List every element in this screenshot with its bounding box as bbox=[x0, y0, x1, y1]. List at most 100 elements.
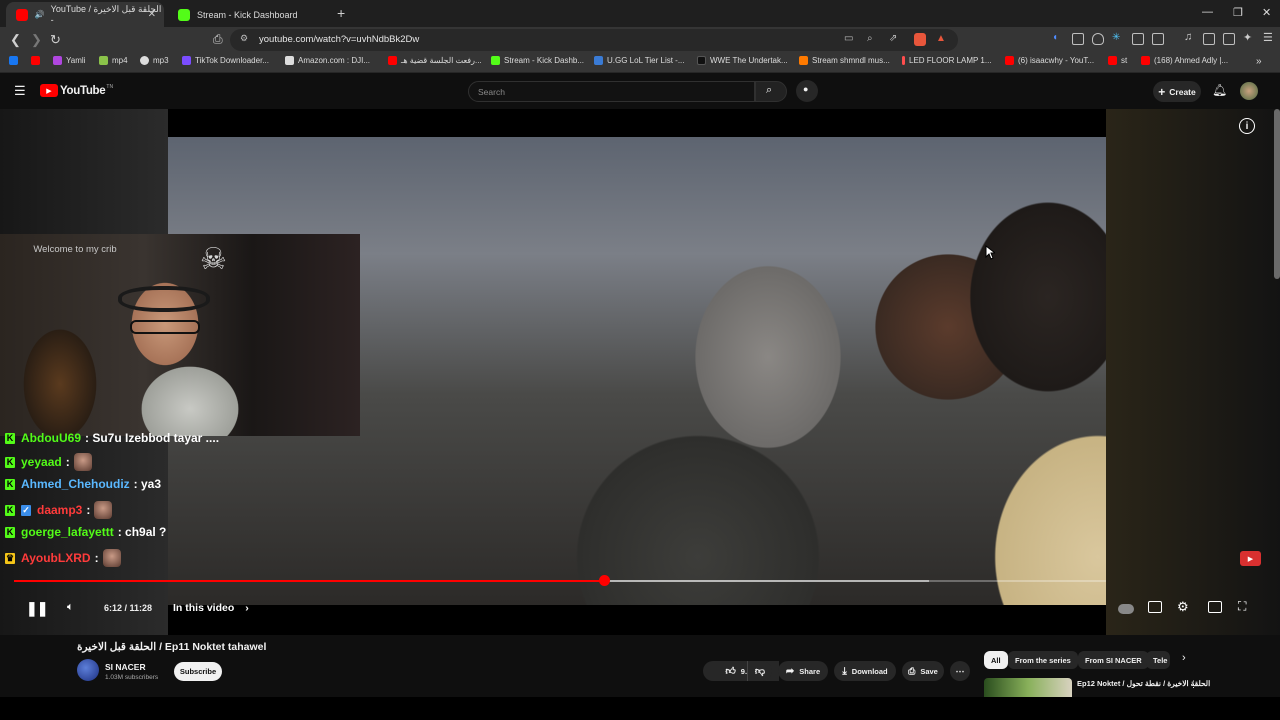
settings-gear-icon[interactable]: ⚙ bbox=[1177, 599, 1189, 615]
subscribe-button[interactable]: Subscribe bbox=[174, 662, 222, 681]
bookmark-item[interactable]: st bbox=[1108, 56, 1127, 65]
youtube-logo[interactable]: ▶ YouTube TN bbox=[40, 84, 113, 97]
chat-message: K ✓ daamp3 : bbox=[5, 501, 113, 519]
bookmark-label: Stream shmndl mus... bbox=[812, 56, 890, 65]
browser-toolbar: ❮ ❯ ↻ ⎙ ⚙ youtube.com/watch?v=uvhNdbBk2D… bbox=[0, 27, 1280, 53]
share-button[interactable]: ➦ Share bbox=[778, 661, 828, 681]
close-icon[interactable]: ✕ bbox=[148, 9, 156, 20]
video-player[interactable]: i Welcome to my crib ☠ K AbdouU69 : Su7u… bbox=[0, 109, 1280, 635]
extension-icon[interactable] bbox=[1072, 33, 1084, 45]
bookmark-item[interactable]: (6) isaacwhy - YouT... bbox=[1005, 56, 1094, 65]
kick-badge-icon: K bbox=[5, 456, 15, 468]
menu-icon[interactable]: ☰ bbox=[1263, 31, 1275, 44]
tab-youtube[interactable]: 🔊 YouTube / الحلقة قبل الاخيرة - ✕ bbox=[6, 2, 164, 27]
bookmark-label: mp4 bbox=[112, 56, 128, 65]
dislike-button[interactable]: 👎︎ bbox=[747, 661, 772, 681]
bookmark-item[interactable]: Yamli bbox=[53, 56, 85, 65]
kick-icon bbox=[491, 56, 500, 65]
next-video-thumbnail[interactable] bbox=[984, 678, 1072, 697]
shield-icon[interactable] bbox=[1092, 33, 1104, 45]
volume-icon[interactable]: 🔈︎ bbox=[67, 601, 74, 614]
pause-icon[interactable]: ❚❚ bbox=[26, 600, 48, 617]
channel-name[interactable]: SI NACER bbox=[105, 662, 146, 672]
save-button[interactable]: ⎙ Save bbox=[902, 661, 944, 681]
new-tab-icon[interactable]: + bbox=[337, 5, 345, 21]
tiktok-icon bbox=[182, 56, 191, 65]
channel-avatar[interactable] bbox=[77, 659, 99, 681]
bookmark-label: رفعت الجلسة قضية هـ... bbox=[401, 56, 482, 65]
bookmark-item[interactable] bbox=[31, 56, 44, 65]
youtube-icon bbox=[1141, 56, 1150, 65]
create-button[interactable]: + Create bbox=[1153, 81, 1201, 102]
sidebar-toggle-icon[interactable] bbox=[1203, 33, 1215, 45]
kick-badge-icon: K bbox=[5, 504, 15, 516]
chip-tele[interactable]: Tele bbox=[1146, 651, 1170, 669]
chevron-right-icon[interactable]: › bbox=[1182, 652, 1186, 664]
extension-icon[interactable]: ✳ bbox=[1112, 32, 1124, 44]
bookmark-item[interactable]: WWE The Undertak... bbox=[697, 56, 788, 65]
bookmark-item[interactable]: (168) Ahmed Adly |... bbox=[1141, 56, 1228, 65]
bookmark-icon[interactable]: ⎙ bbox=[213, 32, 223, 47]
bookmarks-overflow-icon[interactable]: » bbox=[1256, 56, 1262, 67]
notifications-bell-icon[interactable]: 🔔︎ bbox=[1212, 83, 1227, 97]
music-icon[interactable]: ♫ bbox=[1184, 31, 1196, 43]
puzzle-icon[interactable] bbox=[1132, 33, 1144, 45]
search-button[interactable]: ⌕ bbox=[755, 81, 787, 102]
bookmark-label: LED FLOOR LAMP 1... bbox=[909, 56, 992, 65]
subtitles-icon[interactable] bbox=[1148, 601, 1162, 613]
leo-icon[interactable]: ✦ bbox=[1243, 31, 1255, 44]
voice-search-button[interactable]: ● bbox=[796, 80, 818, 102]
cast-icon[interactable]: ▭ bbox=[844, 33, 853, 44]
fullscreen-icon[interactable]: ⛶ bbox=[1238, 599, 1246, 614]
bookmark-item[interactable]: LED FLOOR LAMP 1... bbox=[902, 56, 992, 65]
tab-kick[interactable]: Stream - Kick Dashboard bbox=[168, 2, 332, 27]
back-icon[interactable]: ❮ bbox=[10, 32, 21, 48]
search-input[interactable]: Search bbox=[468, 81, 755, 102]
autoplay-toggle[interactable] bbox=[1118, 604, 1134, 614]
bookmark-item[interactable]: U.GG LoL Tier List -... bbox=[594, 56, 685, 65]
minimize-icon[interactable]: — bbox=[1202, 6, 1213, 18]
bookmark-item[interactable]: Amazon.com : DJI... bbox=[285, 56, 370, 65]
chip-from-channel[interactable]: From SI NACER bbox=[1078, 651, 1149, 669]
bookmark-item[interactable]: Stream - Kick Dashb... bbox=[491, 56, 584, 65]
share-page-icon[interactable]: ⇗ bbox=[889, 33, 897, 44]
bookmark-item[interactable]: mp3 bbox=[140, 56, 169, 65]
thumbs-up-icon: 👍︎ bbox=[725, 666, 736, 677]
bookmark-item[interactable] bbox=[9, 56, 22, 65]
more-actions-button[interactable]: ⋯ bbox=[950, 661, 970, 681]
restore-icon[interactable]: ❐ bbox=[1233, 6, 1243, 19]
avatar[interactable] bbox=[1240, 82, 1258, 100]
bookmark-item[interactable]: Stream shmndl mus... bbox=[799, 56, 890, 65]
forward-icon[interactable]: ❯ bbox=[31, 32, 42, 48]
wallet-icon[interactable] bbox=[1223, 33, 1235, 45]
youtube-icon bbox=[1108, 56, 1117, 65]
translate-icon[interactable]: ◖ bbox=[1052, 32, 1064, 44]
address-bar[interactable]: ⚙ youtube.com/watch?v=uvhNdbBk2Dw ▭ ⌕ ⇗ … bbox=[230, 29, 958, 51]
hamburger-menu-icon[interactable]: ☰ bbox=[14, 83, 26, 99]
more-vertical-icon[interactable]: ⋮ bbox=[1189, 679, 1198, 690]
brave-shields-icon[interactable] bbox=[914, 33, 926, 46]
info-icon[interactable]: i bbox=[1239, 118, 1255, 134]
window-close-icon[interactable]: ✕ bbox=[1262, 6, 1271, 19]
bookmark-item[interactable]: رفعت الجلسة قضية هـ... bbox=[388, 56, 482, 65]
sidebar-icon[interactable] bbox=[1152, 33, 1164, 45]
reload-icon[interactable]: ↻ bbox=[50, 32, 61, 48]
chip-all[interactable]: All bbox=[984, 651, 1008, 669]
plus-icon: + bbox=[1158, 84, 1166, 99]
chat-username: yeyaad bbox=[21, 455, 62, 469]
chapters-button[interactable]: In this video › bbox=[173, 602, 249, 614]
site-info-icon[interactable]: ⚙ bbox=[240, 33, 248, 44]
video-info-section: الحلقة قبل الاخيرة / Ep11 Noktet tahawel… bbox=[0, 635, 1280, 697]
page-scrollbar[interactable] bbox=[1274, 109, 1280, 279]
download-button[interactable]: ⤓ Download bbox=[834, 661, 896, 681]
youtube-watermark-icon[interactable]: ▶ bbox=[1240, 551, 1261, 566]
chat-message: K AbdouU69 : Su7u Izebbod tayar .... bbox=[5, 431, 219, 445]
theater-mode-icon[interactable] bbox=[1208, 601, 1222, 613]
search-icon: ⌕ bbox=[766, 84, 773, 96]
chip-from-the-series[interactable]: From the series bbox=[1008, 651, 1078, 669]
brave-rewards-icon[interactable]: ▲ bbox=[936, 33, 946, 44]
zoom-icon[interactable]: ⌕ bbox=[867, 33, 873, 44]
progress-played bbox=[14, 580, 605, 582]
bookmark-item[interactable]: mp4 bbox=[99, 56, 128, 65]
bookmark-item[interactable]: TikTok Downloader... bbox=[182, 56, 269, 65]
